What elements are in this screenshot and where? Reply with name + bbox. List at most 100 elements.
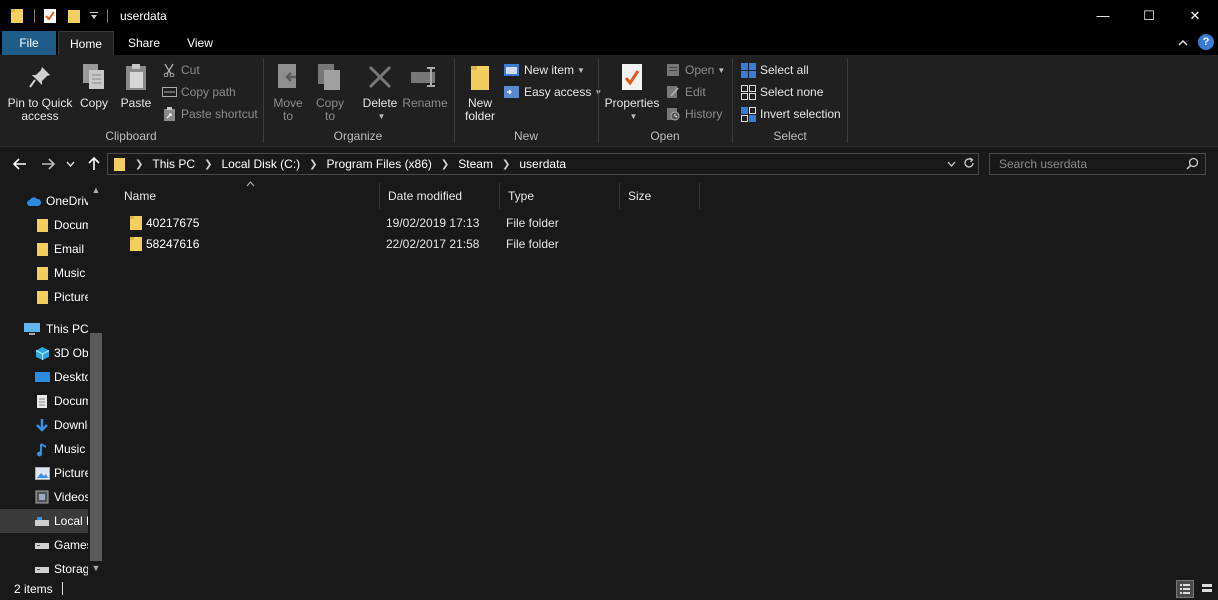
details-view-icon[interactable]	[1176, 580, 1194, 598]
refresh-icon[interactable]	[960, 156, 978, 172]
toolbar-separator	[107, 8, 108, 23]
address-bar[interactable]: ❯ This PC ❯ Local Disk (C:) ❯ Program File…	[107, 153, 979, 175]
folder-icon	[34, 217, 50, 233]
nav-item-onedrive-pictures[interactable]: Pictures	[0, 285, 88, 309]
ribbon-tabs-right: ?	[1178, 34, 1214, 50]
nav-item-onedrive-documents[interactable]: Documents	[0, 213, 88, 237]
tab-share[interactable]: Share	[116, 31, 172, 55]
invert-selection-button[interactable]: Invert selection	[740, 104, 841, 124]
move-to-button[interactable]: Move to	[270, 61, 306, 123]
breadcrumb-this-pc[interactable]: This PC ❯	[152, 157, 221, 171]
copy-path-icon	[161, 84, 177, 100]
search-input[interactable]: Search userdata	[989, 153, 1206, 175]
breadcrumb-steam[interactable]: Steam ❯	[458, 157, 519, 171]
copy-to-label-line2: to	[324, 109, 335, 123]
edit-button[interactable]: Edit	[665, 82, 706, 102]
nav-item-music[interactable]: Music	[0, 437, 88, 461]
nav-item-local-disk[interactable]: Local Disk (C:)	[0, 509, 88, 533]
up-button[interactable]	[84, 154, 104, 174]
nav-item-videos[interactable]: Videos	[0, 485, 88, 509]
nav-item-email-attachments[interactable]: Email attachments	[0, 237, 88, 261]
nav-item-games[interactable]: Games	[0, 533, 88, 557]
forward-button[interactable]	[38, 154, 58, 174]
pin-icon	[24, 61, 56, 93]
column-date-modified[interactable]: Date modified	[380, 183, 500, 209]
open-icon	[665, 62, 681, 78]
help-icon[interactable]: ?	[1198, 34, 1214, 50]
customize-qat-icon[interactable]	[89, 7, 99, 25]
delete-icon	[364, 61, 396, 93]
drive-icon	[34, 537, 50, 553]
large-icons-view-icon[interactable]	[1198, 580, 1216, 598]
recent-locations-button[interactable]	[63, 154, 77, 174]
picture-icon	[34, 465, 50, 481]
nav-item-3d-objects[interactable]: 3D Objects	[0, 341, 88, 365]
window-title: userdata	[120, 8, 167, 23]
column-name[interactable]: Name	[116, 183, 380, 209]
copy-to-button[interactable]: Copy to	[312, 61, 348, 123]
chevron-down-icon	[65, 161, 75, 167]
scroll-up-icon[interactable]: ▲	[89, 185, 103, 195]
clipboard-group-label: Clipboard	[105, 129, 157, 143]
cut-button[interactable]: Cut	[161, 60, 200, 80]
folder-icon	[34, 289, 50, 305]
nav-item-storage[interactable]: Storage	[0, 557, 88, 577]
close-button[interactable]: ✕	[1172, 0, 1218, 31]
nav-item-desktop[interactable]: Desktop	[0, 365, 88, 389]
item-count: 2 items	[14, 581, 53, 596]
new-item-button[interactable]: New item ▼	[504, 60, 585, 80]
history-button[interactable]: History	[665, 104, 722, 124]
easy-access-button[interactable]: Easy access ▼	[504, 82, 602, 102]
properties-button[interactable]: Properties ▼	[603, 61, 661, 123]
new-folder-qat-icon[interactable]	[65, 7, 83, 25]
breadcrumb-local-disk[interactable]: Local Disk (C:) ❯	[221, 157, 326, 171]
properties-icon	[616, 61, 648, 93]
search-icon[interactable]	[1186, 157, 1199, 173]
nav-item-this-pc[interactable]: This PC	[0, 317, 88, 341]
breadcrumb-userdata[interactable]: userdata	[519, 157, 566, 171]
tab-view[interactable]: View	[174, 31, 226, 55]
tab-home[interactable]: Home	[58, 31, 114, 55]
nav-item-onedrive-music[interactable]: Music	[0, 261, 88, 285]
nav-item-onedrive[interactable]: OneDrive	[0, 189, 88, 213]
delete-button[interactable]: Delete ▼	[360, 61, 400, 123]
rename-button[interactable]: Rename	[402, 61, 448, 110]
file-row[interactable]: 40217675 19/02/2019 17:13 File folder	[116, 213, 696, 234]
address-dropdown-icon[interactable]	[942, 158, 960, 170]
select-none-button[interactable]: Select none	[740, 82, 823, 102]
collapse-ribbon-icon[interactable]	[1178, 35, 1188, 49]
select-all-button[interactable]: Select all	[740, 60, 809, 80]
new-folder-button[interactable]: New folder	[459, 61, 501, 123]
pin-to-quick-access-button[interactable]: Pin to Quick access	[6, 61, 74, 123]
breadcrumb-program-files[interactable]: Program Files (x86) ❯	[327, 157, 459, 171]
nav-item-downloads[interactable]: Downloads	[0, 413, 88, 437]
column-type[interactable]: Type	[500, 183, 620, 209]
download-icon	[34, 417, 50, 433]
nav-item-documents[interactable]: Documents	[0, 389, 88, 413]
file-row[interactable]: 58247616 22/02/2017 21:58 File folder	[116, 234, 696, 255]
paste-shortcut-button[interactable]: Paste shortcut	[161, 104, 258, 124]
nav-item-pictures[interactable]: Pictures	[0, 461, 88, 485]
organize-group: Move to Copy to Delete ▼ Rename Organize	[264, 55, 452, 147]
maximize-button[interactable]: ☐	[1126, 0, 1172, 31]
copy-path-button[interactable]: Copy path	[161, 82, 236, 102]
navigation-pane: OneDrive Documents Email attachments Mus…	[0, 181, 104, 577]
new-item-label: New item	[524, 63, 575, 77]
minimize-button[interactable]: —	[1080, 0, 1126, 31]
copy-button[interactable]: Copy	[76, 61, 112, 110]
open-button[interactable]: Open ▼	[665, 60, 725, 80]
back-button[interactable]	[10, 154, 30, 174]
paste-button[interactable]: Paste	[116, 61, 156, 110]
open-label: Open	[685, 63, 715, 77]
properties-qat-icon[interactable]	[41, 7, 59, 25]
invert-selection-label: Invert selection	[760, 107, 841, 121]
tab-file[interactable]: File	[2, 31, 56, 55]
history-icon	[665, 106, 681, 122]
music-icon	[34, 441, 50, 457]
breadcrumb-separator[interactable]: ❯	[126, 159, 152, 170]
scrollbar-thumb[interactable]	[90, 333, 102, 561]
scroll-down-icon[interactable]: ▼	[89, 563, 103, 573]
forward-arrow-icon	[42, 158, 55, 170]
column-size[interactable]: Size	[620, 183, 700, 209]
nav-scrollbar[interactable]: ▲ ▼	[89, 181, 103, 577]
